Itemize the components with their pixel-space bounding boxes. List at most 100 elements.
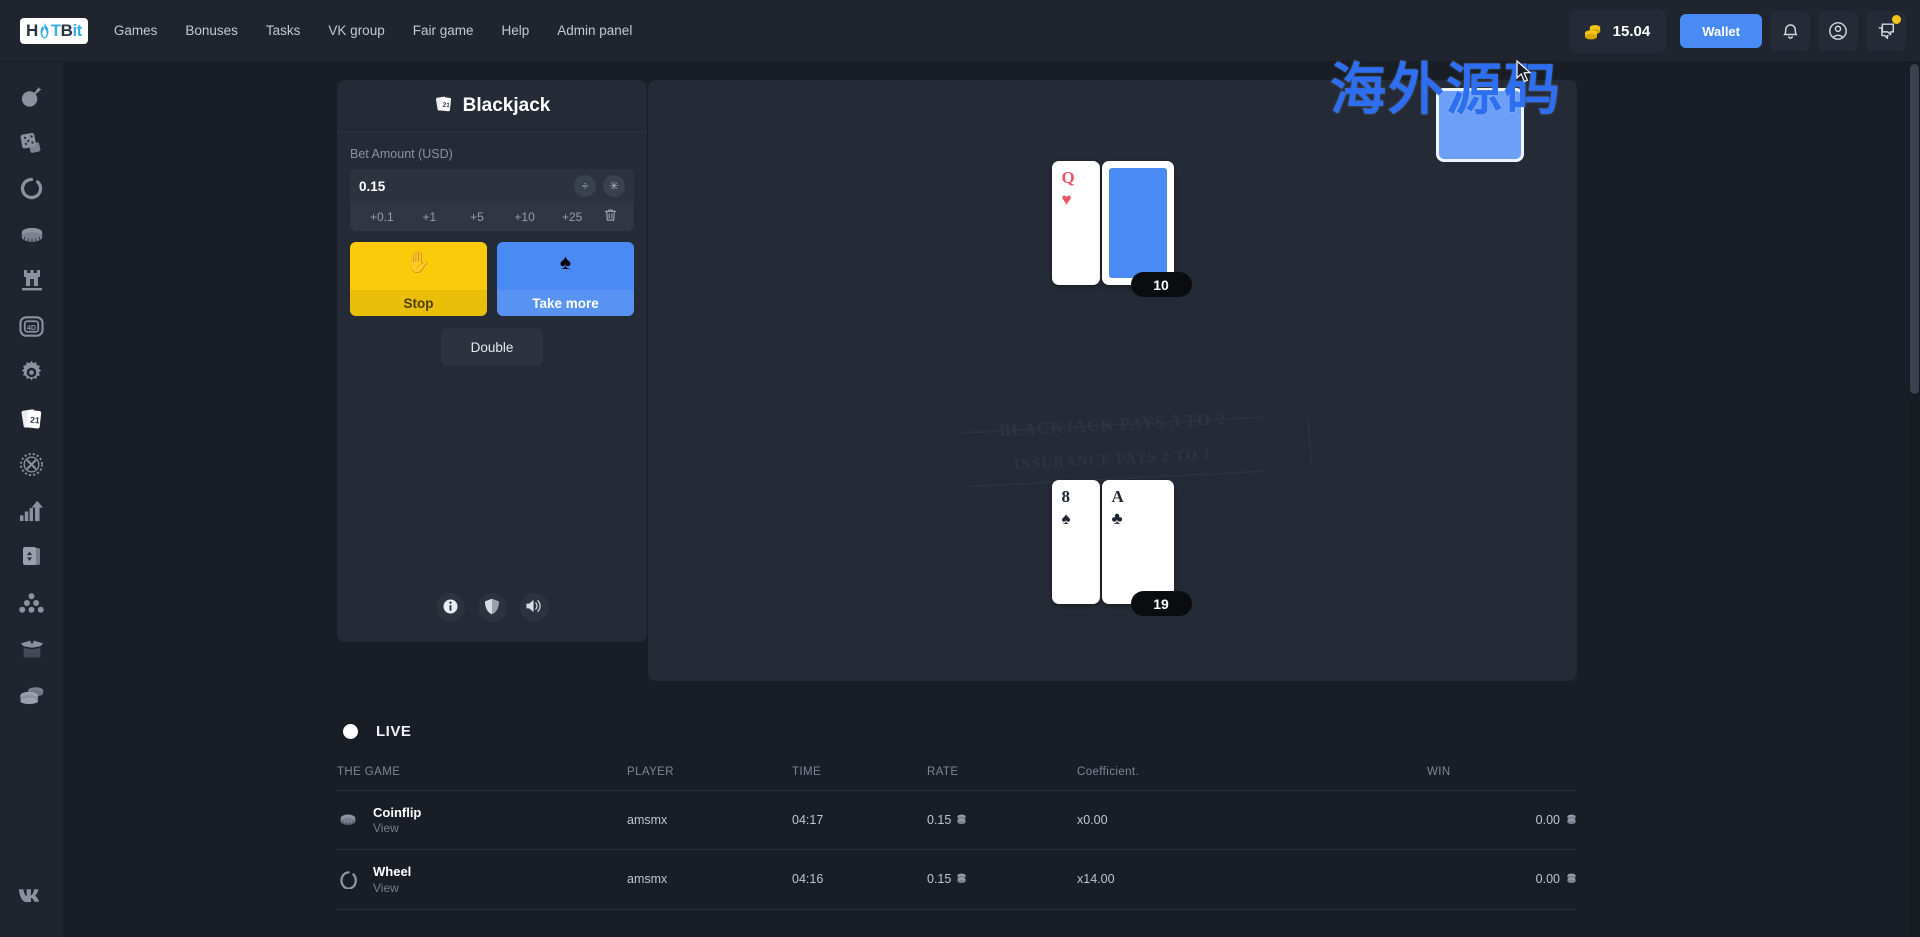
svg-text:4D: 4D [27, 323, 36, 332]
rate-value: 0.15 [927, 872, 952, 887]
nav-item-admin-panel[interactable]: Admin panel [557, 23, 632, 38]
live-feed-header: LIVE [337, 708, 1577, 754]
sidebar-item-crash[interactable] [9, 490, 55, 536]
chat-button[interactable] [1866, 11, 1906, 51]
sidebar-item-coinflip[interactable] [9, 214, 55, 260]
chip-add-10[interactable]: +10 [501, 210, 549, 224]
cell-time: 04:16 [792, 849, 927, 910]
profile-button[interactable] [1818, 11, 1858, 51]
sidebar-item-cases[interactable] [9, 628, 55, 674]
dealer-score-badge: 10 [1130, 272, 1192, 297]
sidebar-item-vk[interactable] [9, 875, 55, 921]
cell-game: Wheel View [337, 849, 627, 910]
svg-text:21: 21 [442, 101, 450, 109]
card-rank: A [1111, 487, 1124, 506]
table-header-row: THE GAME PLAYER TIME RATE Coefficient. W… [337, 754, 1577, 791]
sidebar-item-jackpot[interactable] [9, 674, 55, 720]
table-row[interactable]: Wheel View amsmx 04:16 0.15 x14.00 0.00 [337, 849, 1577, 910]
panel-header: 21 Blackjack [337, 80, 647, 133]
table-row[interactable]: Coinflip View amsmx 04:17 0.15 x0.00 0.0… [337, 790, 1577, 851]
card-suit-spade-icon: ♠ [1061, 509, 1071, 528]
dice-icon [19, 130, 45, 161]
bell-icon [1781, 22, 1800, 41]
notifications-button[interactable] [1770, 11, 1810, 51]
sidebar-item-dice[interactable] [9, 122, 55, 168]
brand-logo[interactable]: H T B it [20, 17, 88, 44]
nav-item-games[interactable]: Games [114, 23, 158, 38]
cards-hilo-icon [20, 544, 44, 574]
chat-bubbles-icon [1876, 21, 1896, 41]
sidebar-item-hi-lo[interactable] [9, 536, 55, 582]
logo-letters-it: it [72, 21, 82, 40]
spade-icon: ♠ [559, 251, 572, 274]
nav-item-help[interactable]: Help [502, 23, 530, 38]
brand-logo-text: H T B it [26, 22, 82, 39]
bet-amount-control: ÷ ✳ +0.1 +1 +5 +10 +25 [350, 169, 634, 231]
cell-game: Coinflip View [337, 790, 627, 851]
stop-button[interactable]: ✋ Stop [350, 242, 487, 316]
view-link[interactable]: View [373, 821, 421, 835]
chip-add-5[interactable]: +5 [453, 210, 501, 224]
ring-icon [20, 177, 43, 205]
raised-hand-icon: ✋ [405, 251, 432, 274]
logo-letter-b: B [60, 21, 73, 40]
halve-bet-button[interactable]: ÷ [574, 175, 596, 197]
win-value: 0.00 [1535, 813, 1560, 828]
card-rank: Q [1061, 168, 1075, 187]
sidebar-item-slot-4d[interactable]: 4D [9, 306, 55, 352]
mouse-cursor-icon [1516, 59, 1532, 89]
sidebar-item-wheel[interactable] [9, 168, 55, 214]
bet-amount-label: Bet Amount (USD) [350, 147, 453, 161]
chip-add-25[interactable]: +25 [548, 210, 596, 224]
page-scrollbar[interactable] [1909, 62, 1920, 937]
rate-amount: 0.15 [927, 813, 968, 827]
card-player-2: A ♣ [1101, 480, 1174, 604]
top-navbar: H T B it Games Bonuses Tasks VK group Fa… [0, 0, 1920, 62]
game-name: Wheel [373, 864, 412, 880]
sidebar-item-plinko[interactable] [9, 582, 55, 628]
sidebar-item-tower[interactable] [9, 260, 55, 306]
cell-player: amsmx [627, 849, 792, 910]
chip-add-1[interactable]: +1 [406, 210, 454, 224]
take-more-button[interactable]: ♠ Take more [497, 242, 634, 316]
page-title: Blackjack [462, 95, 551, 116]
double-button[interactable]: Double [440, 328, 544, 366]
rate-amount: 0.15 [927, 872, 968, 886]
clear-bet-button[interactable] [596, 208, 626, 227]
sound-toggle-button[interactable] [519, 593, 549, 622]
live-indicator-dot [343, 723, 358, 739]
topbar-actions: 15.04 Wallet [1568, 9, 1906, 53]
info-icon [442, 598, 459, 618]
card-rank: 8 [1061, 487, 1071, 506]
cell-win: 0.00 [1427, 849, 1577, 910]
gear-icon [19, 360, 44, 390]
balance-display[interactable]: 15.04 [1568, 9, 1667, 53]
game-text-block: Wheel View [373, 864, 411, 894]
wallet-button[interactable]: Wallet [1680, 14, 1762, 48]
nav-item-fair-game[interactable]: Fair game [413, 23, 474, 38]
page-scrollbar-thumb[interactable] [1910, 64, 1919, 394]
coin-stack-icon [1565, 873, 1577, 885]
live-feed-section: LIVE THE GAME PLAYER TIME RATE Coefficie… [337, 708, 1577, 910]
sidebar-item-blackjack[interactable]: 21 [9, 398, 55, 444]
fairness-button[interactable] [477, 593, 507, 622]
game-cell: Wheel View [337, 864, 627, 895]
info-button[interactable] [435, 593, 465, 622]
player-hand: 8 ♠ A ♣ 19 [1051, 480, 1192, 616]
slot-4d-icon: 4D [19, 314, 44, 344]
nav-item-bonuses[interactable]: Bonuses [185, 23, 238, 38]
header-rate: RATE [927, 754, 1077, 791]
cell-rate: 0.15 [927, 790, 1077, 851]
coin-stack-icon [956, 873, 968, 885]
bet-amount-input[interactable] [359, 178, 567, 194]
double-bet-button[interactable]: ✳ [603, 175, 625, 197]
sidebar-item-settings-game[interactable] [9, 352, 55, 398]
sound-on-icon [525, 598, 543, 617]
nav-item-tasks[interactable]: Tasks [266, 23, 301, 38]
sidebar-item-roulette[interactable] [9, 444, 55, 490]
sidebar-item-mines[interactable] [9, 76, 55, 122]
chip-add-0-1[interactable]: +0.1 [358, 210, 406, 224]
nav-item-vk-group[interactable]: VK group [328, 23, 384, 38]
view-link[interactable]: View [373, 881, 411, 895]
card-suit-club-icon: ♣ [1111, 509, 1123, 528]
